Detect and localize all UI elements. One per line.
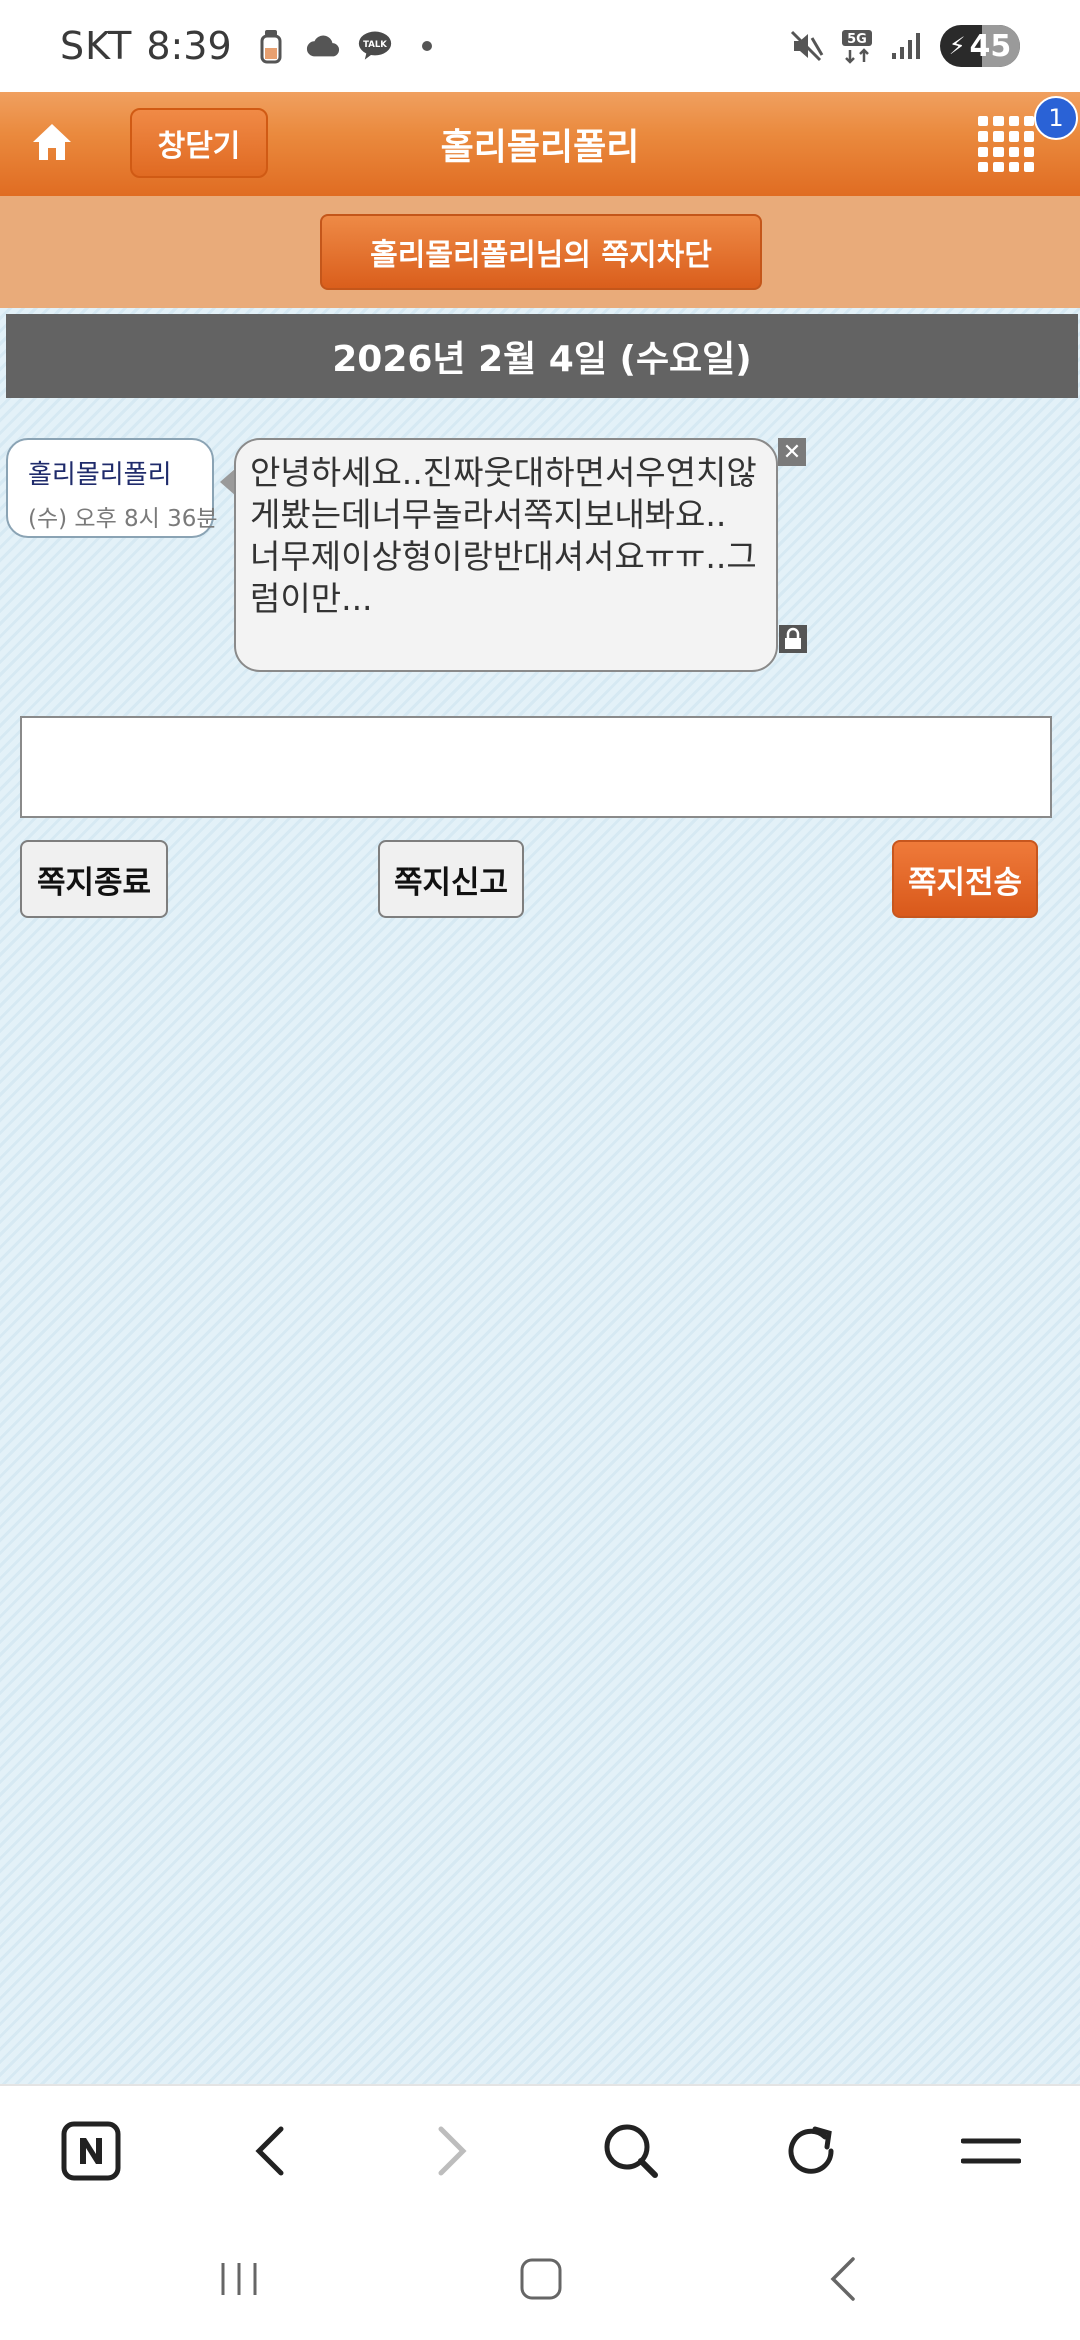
- report-message-button[interactable]: 쪽지신고: [378, 840, 524, 918]
- dot-icon: [410, 29, 444, 63]
- battery-level: 45: [969, 28, 1012, 64]
- home-icon[interactable]: [506, 2244, 576, 2314]
- block-messages-button[interactable]: 홀리몰리폴리님의 쪽지차단: [320, 214, 762, 290]
- block-bar: 홀리몰리폴리님의 쪽지차단: [0, 196, 1080, 308]
- search-icon[interactable]: [596, 2116, 666, 2186]
- talk-text: TALK: [363, 40, 387, 50]
- notification-badge: 1: [1034, 96, 1078, 140]
- browser-toolbar: [0, 2084, 1080, 2214]
- message-bubble: 안녕하세요..진짜웃대하면서우연치않게봤는데너무놀라서쪽지보내봐요.. 너무제이…: [234, 438, 778, 672]
- sent-time: (수) 오후 8시 36분: [28, 506, 218, 532]
- recents-icon[interactable]: [204, 2244, 274, 2314]
- cloud-icon: [306, 29, 340, 63]
- close-window-button[interactable]: 창닫기: [130, 108, 268, 178]
- grid-menu-icon[interactable]: [978, 116, 1034, 172]
- baby-bottle-icon: [254, 29, 288, 64]
- mute-icon: [790, 29, 824, 63]
- date-header: 2026년 2월 4일 (수요일): [6, 314, 1078, 398]
- sender-card[interactable]: 홀리몰리폴리 (수) 오후 8시 36분: [6, 438, 218, 538]
- charging-icon: ⚡: [948, 32, 966, 60]
- send-message-button[interactable]: 쪽지전송: [892, 840, 1038, 918]
- sender-name: 홀리몰리폴리: [28, 460, 172, 490]
- notification-icons: TALK: [254, 29, 444, 64]
- reply-input[interactable]: [20, 716, 1052, 818]
- back-icon[interactable]: [808, 2244, 878, 2314]
- signal-icon: [890, 29, 924, 63]
- menu-icon[interactable]: [956, 2116, 1026, 2186]
- end-message-button[interactable]: 쪽지종료: [20, 840, 168, 918]
- home-button[interactable]: [24, 114, 80, 170]
- naver-icon[interactable]: [56, 2116, 126, 2186]
- kakaotalk-icon: TALK: [358, 29, 392, 63]
- back-icon[interactable]: [236, 2116, 306, 2186]
- battery-icon: ⚡ 45: [940, 25, 1020, 67]
- message-area: 2026년 2월 4일 (수요일) 홀리몰리폴리 (수) 오후 8시 36분 안…: [0, 308, 1080, 2084]
- 5g-icon: 5G: [840, 29, 874, 64]
- lock-icon[interactable]: [778, 624, 808, 654]
- system-nav-bar: [0, 2214, 1080, 2340]
- refresh-icon[interactable]: [776, 2116, 846, 2186]
- 5g-text: 5G: [847, 32, 867, 47]
- status-bar: SKT 8:39 TALK 5G ⚡ 45: [0, 0, 1080, 92]
- clock: 8:39: [146, 24, 232, 68]
- carrier-label: SKT: [60, 24, 133, 68]
- app-header: 창닫기 홀리몰리폴리: [0, 92, 1080, 196]
- forward-icon[interactable]: [416, 2116, 486, 2186]
- delete-icon[interactable]: ✕: [778, 438, 806, 466]
- home-icon: [33, 124, 71, 160]
- system-indicators: 5G ⚡ 45: [790, 25, 1020, 67]
